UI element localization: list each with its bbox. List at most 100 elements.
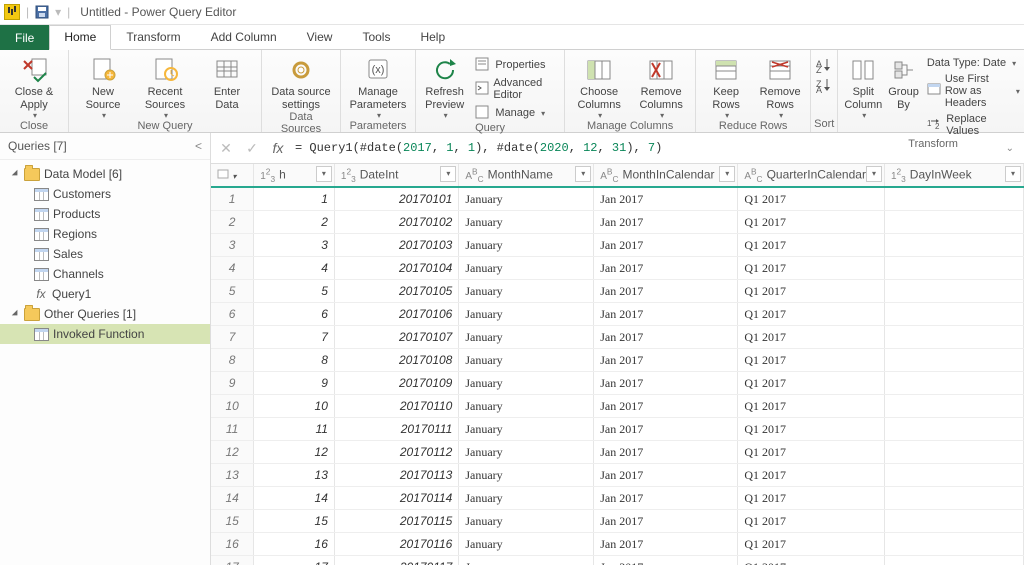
- filter-icon[interactable]: ▾: [316, 166, 332, 182]
- properties-button[interactable]: Properties: [473, 56, 558, 74]
- table-row[interactable]: 9920170109JanuaryJan 2017Q1 2017: [211, 372, 1024, 395]
- split-column-icon: [848, 56, 878, 84]
- column-header-h[interactable]: 123h▾: [254, 164, 335, 187]
- ribbon: Close & Apply Close New Source Recent So…: [0, 50, 1024, 133]
- collapse-pane-icon[interactable]: <: [195, 139, 202, 153]
- remove-columns-icon: [646, 56, 676, 84]
- svg-text:(x): (x): [372, 64, 385, 76]
- tab-help[interactable]: Help: [405, 25, 460, 50]
- group-by-icon: [889, 56, 919, 84]
- headers-icon: [927, 83, 941, 99]
- query-group[interactable]: Other Queries [1]: [0, 304, 210, 324]
- table-row[interactable]: 171720170117JanuaryJan 2017Q1 2017: [211, 556, 1024, 565]
- fx-icon: fx: [34, 287, 48, 301]
- tab-file[interactable]: File: [0, 25, 49, 50]
- table-row[interactable]: 111120170111JanuaryJan 2017Q1 2017: [211, 418, 1024, 441]
- tab-home[interactable]: Home: [49, 25, 111, 50]
- table-row[interactable]: 1120170101JanuaryJan 2017Q1 2017: [211, 187, 1024, 211]
- table-row[interactable]: 141420170114JanuaryJan 2017Q1 2017: [211, 487, 1024, 510]
- parameters-icon: (x): [363, 56, 393, 84]
- table-row[interactable]: 151520170115JanuaryJan 2017Q1 2017: [211, 510, 1024, 533]
- group-by-button[interactable]: Group By: [888, 52, 919, 111]
- column-header-mc[interactable]: ABCMonthInCalendar▾: [594, 164, 738, 187]
- table-row[interactable]: 8820170108JanuaryJan 2017Q1 2017: [211, 349, 1024, 372]
- column-header-mn[interactable]: ABCMonthName▾: [459, 164, 594, 187]
- filter-icon[interactable]: ▾: [866, 166, 882, 182]
- table-row[interactable]: 121220170112JanuaryJan 2017Q1 2017: [211, 441, 1024, 464]
- manage-parameters-button[interactable]: (x) Manage Parameters: [347, 52, 409, 120]
- close-apply-button[interactable]: Close & Apply: [6, 52, 62, 120]
- table-row[interactable]: 6620170106JanuaryJan 2017Q1 2017: [211, 303, 1024, 326]
- sort-asc-button[interactable]: AZ: [814, 56, 834, 72]
- folder-icon: [24, 308, 40, 321]
- table-row[interactable]: 101020170110JanuaryJan 2017Q1 2017: [211, 395, 1024, 418]
- svg-text:2: 2: [935, 122, 940, 131]
- choose-columns-icon: [584, 56, 614, 84]
- table-icon: [34, 208, 49, 221]
- refresh-preview-button[interactable]: Refresh Preview: [422, 52, 467, 120]
- recent-sources-button[interactable]: Recent Sources: [137, 52, 193, 120]
- table-row[interactable]: 5520170105JanuaryJan 2017Q1 2017: [211, 280, 1024, 303]
- app-logo-icon: [4, 4, 20, 20]
- cancel-formula-icon[interactable]: ✕: [217, 140, 235, 157]
- query-item[interactable]: Regions: [0, 224, 210, 244]
- data-source-settings-button[interactable]: Data source settings: [268, 52, 334, 111]
- data-type-button[interactable]: Data Type: Date: [925, 56, 1022, 70]
- gear-icon: [286, 56, 316, 84]
- tab-transform[interactable]: Transform: [111, 25, 195, 50]
- fx-icon[interactable]: fx: [269, 140, 287, 156]
- data-grid[interactable]: ▾123h▾123DateInt▾ABCMonthName▾ABCMonthIn…: [211, 164, 1024, 565]
- query-item[interactable]: Customers: [0, 184, 210, 204]
- close-apply-icon: [19, 56, 49, 84]
- remove-rows-button[interactable]: Remove Rows: [756, 52, 804, 120]
- keep-rows-icon: [711, 56, 741, 84]
- table-row[interactable]: 4420170104JanuaryJan 2017Q1 2017: [211, 257, 1024, 280]
- formula-text[interactable]: = Query1(#date(2017, 1, 1), #date(2020, …: [295, 141, 994, 155]
- column-header-qc[interactable]: ABCQuarterInCalendar▾: [738, 164, 885, 187]
- replace-icon: 12: [927, 117, 942, 133]
- query-item[interactable]: Invoked Function: [0, 324, 210, 344]
- table-row[interactable]: 2220170102JanuaryJan 2017Q1 2017: [211, 211, 1024, 234]
- table-row[interactable]: 7720170107JanuaryJan 2017Q1 2017: [211, 326, 1024, 349]
- table-row[interactable]: 131320170113JanuaryJan 2017Q1 2017: [211, 464, 1024, 487]
- tab-view[interactable]: View: [292, 25, 348, 50]
- formula-bar: ✕ ✓ fx = Query1(#date(2017, 1, 1), #date…: [211, 133, 1024, 164]
- enter-data-button[interactable]: Enter Data: [199, 52, 255, 111]
- query-item[interactable]: fxQuery1: [0, 284, 210, 304]
- tab-tools[interactable]: Tools: [347, 25, 405, 50]
- split-column-button[interactable]: Split Column: [844, 52, 882, 120]
- filter-icon[interactable]: ▾: [440, 166, 456, 182]
- query-item[interactable]: Sales: [0, 244, 210, 264]
- use-first-row-button[interactable]: Use First Row as Headers: [925, 72, 1022, 110]
- expand-formula-icon[interactable]: ⌄: [1002, 143, 1018, 154]
- column-header-di[interactable]: 123DateInt▾: [334, 164, 458, 187]
- queries-pane: Queries [7] < Data Model [6]CustomersPro…: [0, 133, 211, 565]
- query-item[interactable]: Products: [0, 204, 210, 224]
- manage-icon: [475, 105, 491, 121]
- table-icon: [34, 268, 49, 281]
- table-icon: [34, 228, 49, 241]
- remove-columns-button[interactable]: Remove Columns: [633, 52, 689, 120]
- row-header-corner[interactable]: ▾: [211, 164, 254, 187]
- filter-icon[interactable]: ▾: [719, 166, 735, 182]
- title-bar: | ▾ | Untitled - Power Query Editor: [0, 0, 1024, 25]
- tab-add-column[interactable]: Add Column: [196, 25, 292, 50]
- sort-desc-button[interactable]: ZA: [814, 76, 834, 92]
- advanced-editor-button[interactable]: Advanced Editor: [473, 76, 558, 102]
- query-group[interactable]: Data Model [6]: [0, 164, 210, 184]
- query-item[interactable]: Channels: [0, 264, 210, 284]
- commit-formula-icon[interactable]: ✓: [243, 140, 261, 157]
- filter-icon[interactable]: ▾: [1005, 166, 1021, 182]
- save-icon[interactable]: [35, 5, 49, 19]
- choose-columns-button[interactable]: Choose Columns: [571, 52, 627, 120]
- new-source-icon: [88, 56, 118, 84]
- filter-icon[interactable]: ▾: [575, 166, 591, 182]
- table-row[interactable]: 3320170103JanuaryJan 2017Q1 2017: [211, 234, 1024, 257]
- manage-button[interactable]: Manage: [473, 104, 558, 122]
- window-title: Untitled - Power Query Editor: [80, 5, 236, 19]
- table-icon: [34, 248, 49, 261]
- table-row[interactable]: 161620170116JanuaryJan 2017Q1 2017: [211, 533, 1024, 556]
- keep-rows-button[interactable]: Keep Rows: [702, 52, 750, 120]
- column-header-dw[interactable]: 123DayInWeek▾: [884, 164, 1023, 187]
- new-source-button[interactable]: New Source: [75, 52, 131, 120]
